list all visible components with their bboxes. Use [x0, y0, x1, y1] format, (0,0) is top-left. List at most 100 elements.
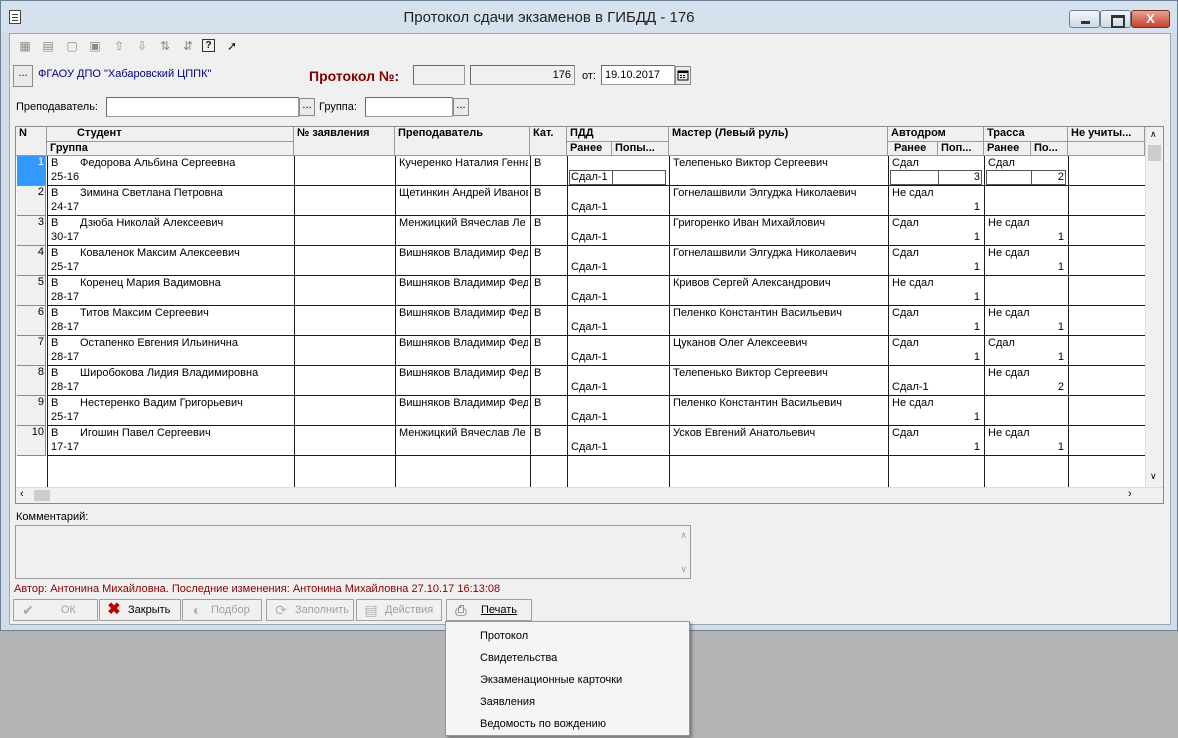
row-number[interactable]: 10	[17, 426, 46, 456]
cell-student[interactable]: Коренец Мария Вадимовна	[78, 277, 292, 290]
row-number[interactable]: 5	[17, 276, 46, 306]
cell-ad-attempts[interactable]: 1	[940, 231, 980, 244]
cell-student[interactable]: Федорова Альбина Сергеевна	[78, 157, 292, 170]
cell-tr-status[interactable]: Не сдал	[986, 217, 1066, 230]
cell-cat2[interactable]: B	[532, 247, 565, 260]
col-category-header[interactable]: Кат.	[530, 127, 567, 156]
group-field[interactable]	[365, 97, 453, 117]
cell-master[interactable]: Григоренко Иван Михайлович	[671, 217, 886, 230]
grid-horizontal-scrollbar[interactable]: ‹ ›	[16, 487, 1163, 503]
cell-pdd-result[interactable]: Сдал-1	[569, 261, 612, 274]
row-number[interactable]: 7	[17, 336, 46, 366]
col-pdd-earlier-header[interactable]: Ранее	[567, 142, 612, 156]
cell-cat2[interactable]: B	[532, 397, 565, 410]
cell-pdd-result[interactable]: Сдал-1	[569, 201, 612, 214]
cell-teacher[interactable]: Вишняков Владимир Фед	[397, 397, 528, 410]
col-master-header[interactable]: Мастер (Левый руль)	[669, 127, 888, 156]
cell-student[interactable]: Коваленок Максим Алексеевич	[78, 247, 292, 260]
table-add-icon[interactable]: ▦	[16, 38, 34, 54]
menu-item-protocol[interactable]: Протокол	[448, 625, 687, 647]
cell-master[interactable]: Усков Евгений Анатольевич	[671, 427, 886, 440]
scroll-thumb[interactable]	[1148, 145, 1161, 161]
cell-group[interactable]: 17-17	[49, 441, 292, 454]
table-delete-icon[interactable]: ▢	[63, 38, 81, 54]
cell-ad-attempts[interactable]: 1	[940, 411, 980, 424]
col-autodrom-attempts-header[interactable]: Поп...	[938, 142, 984, 156]
cell-teacher[interactable]: Менжицкий Вячеслав Ле	[397, 217, 528, 230]
cell-teacher[interactable]: Щетинкин Андрей Иванов	[397, 187, 528, 200]
col-student-header[interactable]: Студент	[47, 127, 294, 142]
cell-cat2[interactable]: B	[532, 367, 565, 380]
row-number[interactable]: 1	[17, 156, 46, 186]
menu-item-applications[interactable]: Заявления	[448, 691, 687, 713]
cell-teacher[interactable]: Вишняков Владимир Фед	[397, 247, 528, 260]
cell-master[interactable]: Пеленко Константин Васильевич	[671, 397, 886, 410]
scroll-left-icon[interactable]: ‹	[20, 488, 24, 500]
cell-pdd-result[interactable]: Сдал-1	[569, 411, 612, 424]
col-application-header[interactable]: № заявления	[294, 127, 395, 156]
grid-vertical-scrollbar[interactable]: ∧ ∨	[1145, 127, 1163, 487]
cell-tr-status[interactable]: Сдал	[986, 157, 1066, 170]
cell-cat[interactable]: B	[49, 187, 75, 200]
cell-group[interactable]: 28-17	[49, 321, 292, 334]
help-icon[interactable]: ?	[202, 39, 215, 52]
title-bar[interactable]: Протокол сдачи экзаменов в ГИБДД - 176 X	[1, 1, 1177, 33]
maximize-button[interactable]	[1100, 10, 1131, 28]
cell-tr-attempts[interactable]: 1	[1033, 441, 1064, 454]
cell-cat[interactable]: B	[49, 337, 75, 350]
col-pdd-attempts-header[interactable]: Попы...	[612, 142, 669, 156]
cell-ad-attempts[interactable]: 1	[940, 321, 980, 334]
cell-pdd-result[interactable]: Сдал-1	[569, 231, 612, 244]
cell-tr-attempts[interactable]: 1	[1033, 261, 1064, 274]
cell-cat[interactable]: B	[49, 217, 75, 230]
cell-ad-status[interactable]: Сдал	[890, 247, 982, 260]
cell-cat2[interactable]: B	[532, 337, 565, 350]
cell-master[interactable]: Гогнелашвили Элгуджа Николаевич	[671, 247, 886, 260]
teacher-select-button[interactable]: ...	[299, 98, 315, 116]
cell-pdd-result[interactable]: Сдал-1	[569, 291, 612, 304]
cell-pdd-result[interactable]: Сдал-1	[569, 321, 612, 334]
cell-teacher[interactable]: Вишняков Владимир Фед	[397, 337, 528, 350]
cell-ad-result[interactable]: Сдал-1	[890, 381, 938, 394]
cell-cat2[interactable]: B	[532, 187, 565, 200]
cell-ad-attempts[interactable]: 1	[940, 441, 980, 454]
cell-student[interactable]: Зимина Светлана Петровна	[78, 187, 292, 200]
close-button[interactable]: ✖ Закрыть	[99, 599, 181, 621]
row-number[interactable]: 2	[17, 186, 46, 216]
cell-teacher[interactable]: Менжицкий Вячеслав Ле	[397, 427, 528, 440]
cell-tr-attempts[interactable]: 1	[1033, 351, 1064, 364]
date-field[interactable]: 19.10.2017	[601, 65, 675, 85]
col-teacher-header[interactable]: Преподаватель	[395, 127, 530, 156]
table-edit-icon[interactable]: ▤	[39, 38, 57, 54]
cell-master[interactable]: Телепенько Виктор Сергеевич	[671, 367, 886, 380]
cell-ad-status[interactable]: Сдал	[890, 307, 982, 320]
fill-button[interactable]: ⟳ Заполнить	[266, 599, 354, 621]
cell-ad-status[interactable]: Не сдал	[890, 277, 982, 290]
pointer-help-icon[interactable]: ➚	[223, 38, 241, 54]
protocol-number-field[interactable]: 176	[470, 65, 575, 85]
cell-cat[interactable]: B	[49, 157, 75, 170]
cell-cat[interactable]: B	[49, 367, 75, 380]
cell-teacher[interactable]: Вишняков Владимир Фед	[397, 277, 528, 290]
menu-item-exam-cards[interactable]: Экзаменационные карточки	[448, 669, 687, 691]
row-number[interactable]: 3	[17, 216, 46, 246]
cell-group[interactable]: 28-17	[49, 351, 292, 364]
scroll-right-icon[interactable]: ›	[1128, 488, 1132, 500]
teacher-field[interactable]	[106, 97, 299, 117]
org-select-button[interactable]: ...	[13, 65, 33, 87]
cell-master[interactable]: Пеленко Константин Васильевич	[671, 307, 886, 320]
cell-cat2[interactable]: B	[532, 217, 565, 230]
cell-group[interactable]: 30-17	[49, 231, 292, 244]
col-trassa-earlier-header[interactable]: Ранее	[984, 142, 1031, 156]
cell-ad-status[interactable]: Сдал	[890, 337, 982, 350]
cell-master[interactable]: Телепенько Виктор Сергеевич	[671, 157, 886, 170]
ok-button[interactable]: ✔ ОК	[13, 599, 98, 621]
cell-tr-status[interactable]: Не сдал	[986, 247, 1066, 260]
cell-student[interactable]: Остапенко Евгения Ильинична	[78, 337, 292, 350]
menu-item-certificates[interactable]: Свидетельства	[448, 647, 687, 669]
row-number[interactable]: 4	[17, 246, 46, 276]
protocol-prefix-field[interactable]	[413, 65, 465, 85]
cell-tr-status[interactable]: Сдал	[986, 337, 1066, 350]
arrow-down-icon[interactable]: ⇩	[133, 38, 151, 54]
table-copy-icon[interactable]: ▣	[86, 38, 104, 54]
